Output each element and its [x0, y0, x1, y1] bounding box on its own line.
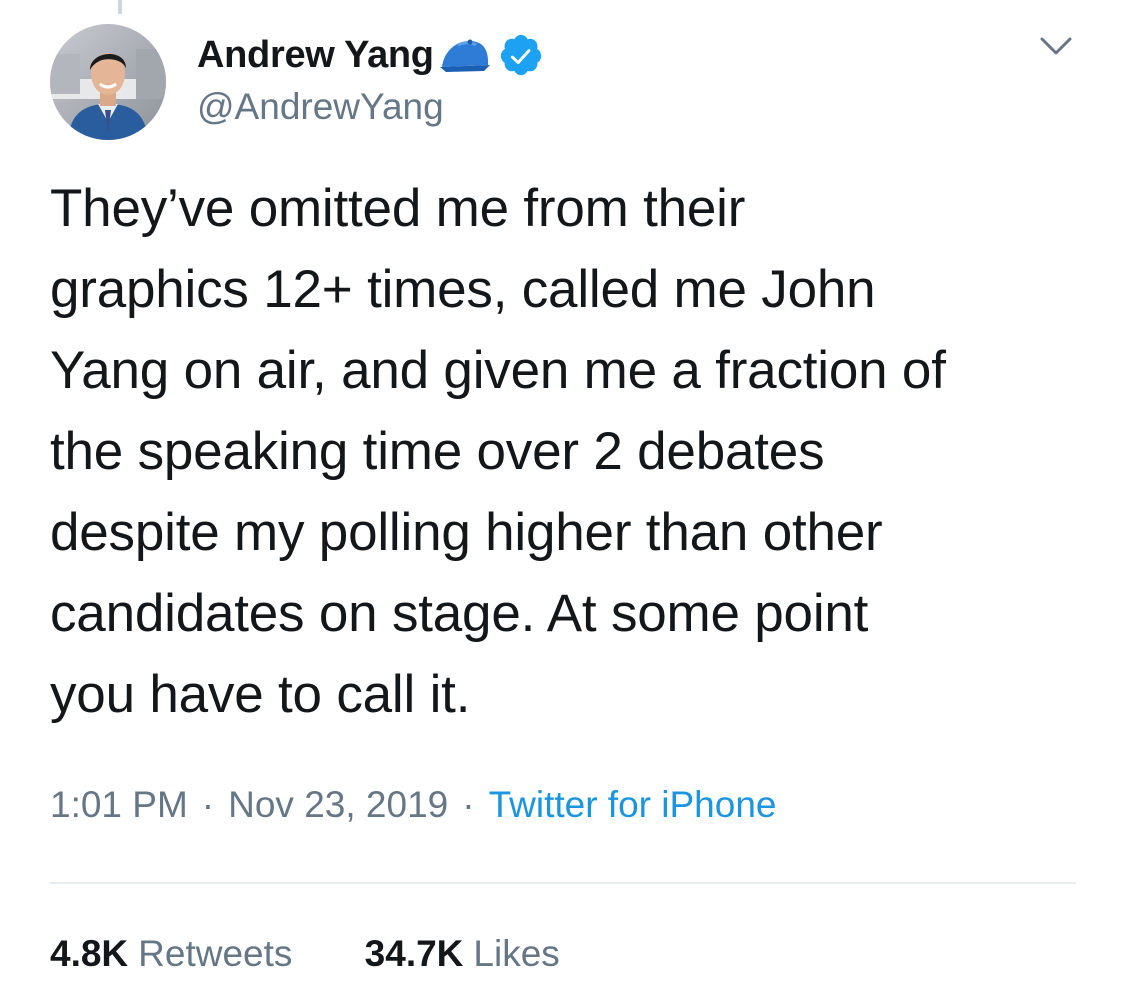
tweet-text: They’ve omitted me from their graphics 1…	[50, 179, 946, 724]
tweet-source-link[interactable]: Twitter for iPhone	[489, 784, 777, 825]
chevron-down-icon[interactable]	[1036, 30, 1076, 60]
tweet-time[interactable]: 1:01 PM	[50, 784, 188, 825]
tweet-stats: 4.8K Retweets 34.7K Likes	[50, 933, 560, 975]
thread-line	[118, 0, 122, 14]
likes-stat[interactable]: 34.7K Likes	[365, 933, 560, 975]
author-handle[interactable]: @AndrewYang	[197, 86, 444, 128]
likes-count: 34.7K	[364, 933, 464, 974]
meta-separator: ·	[201, 784, 215, 825]
tweet-meta: 1:01 PM · Nov 23, 2019 · Twitter for iPhone	[50, 784, 776, 826]
retweets-stat[interactable]: 4.8K Retweets	[50, 933, 292, 975]
verified-badge-icon	[498, 32, 544, 78]
tweet-date[interactable]: Nov 23, 2019	[228, 784, 448, 825]
divider	[50, 882, 1076, 884]
likes-label: Likes	[473, 933, 560, 974]
meta-separator: ·	[462, 784, 475, 825]
retweets-label: Retweets	[138, 933, 293, 974]
profile-photo-icon	[50, 24, 166, 140]
retweets-count: 4.8K	[50, 933, 129, 974]
author-name[interactable]: Andrew Yang	[197, 34, 434, 77]
author-row: Andrew Yang	[197, 30, 544, 80]
avatar[interactable]	[50, 24, 166, 140]
blue-cap-icon	[438, 35, 492, 75]
